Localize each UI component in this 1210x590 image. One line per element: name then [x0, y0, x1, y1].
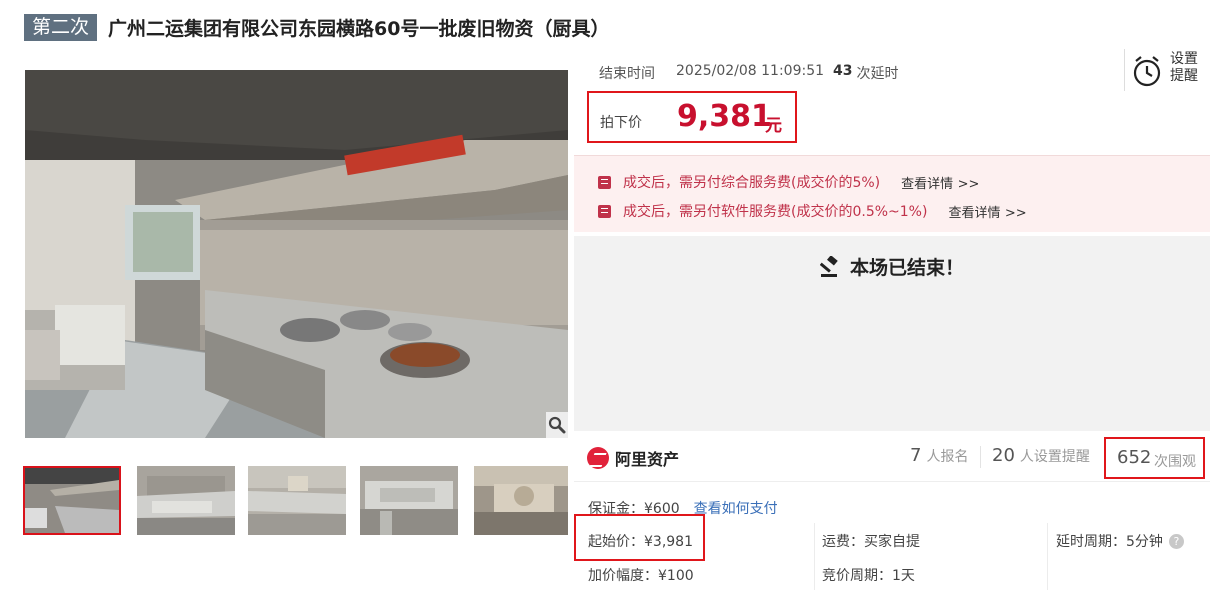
- final-price-box: 拍下价 9,381 元: [587, 91, 797, 143]
- divider: [980, 446, 981, 468]
- increment-info: 加价幅度：¥100: [588, 568, 694, 584]
- end-time-value: 2025/02/08 11:09:51: [676, 63, 825, 79]
- end-time-label: 结束时间: [599, 66, 655, 82]
- page-title: 广州二运集团有限公司东园横路60号一批废旧物资（厨具）: [108, 17, 610, 40]
- fee-details-link[interactable]: 查看详情 >>: [948, 202, 1026, 221]
- thumbnail-strip: [23, 466, 568, 536]
- reminder-stat: 20 人设置提醒: [992, 445, 1090, 466]
- ali-assets-logo-text: 阿里资产: [615, 450, 680, 469]
- final-price-label: 拍下价: [600, 115, 642, 131]
- fee-notice-item: 成交后，需另付软件服务费(成交价的0.5%~1%) 查看详情 >>: [598, 201, 1027, 221]
- ali-assets-logo-icon: [587, 447, 609, 469]
- magnifier-icon: [548, 416, 566, 434]
- extend-period: 延时周期：5分钟?: [1056, 531, 1184, 551]
- fee-notice-panel: 成交后，需另付综合服务费(成交价的5%) 查看详情 >> 成交后，需另付软件服务…: [574, 155, 1210, 232]
- title-row: 第二次 广州二运集团有限公司东园横路60号一批废旧物资（厨具）: [24, 13, 609, 41]
- fee-icon: [598, 204, 611, 218]
- thumbnail-4[interactable]: [360, 466, 458, 535]
- fee-details-link[interactable]: 查看详情 >>: [901, 173, 979, 192]
- auction-status-panel: 本场已结束！: [574, 236, 1210, 431]
- shipping-info: 运费：买家自提: [822, 534, 920, 550]
- bid-period-info: 竞价周期：1天: [822, 568, 915, 584]
- start-price: 起始价：¥3,981: [588, 534, 693, 550]
- set-reminder-button[interactable]: 设置 提醒: [1124, 49, 1210, 91]
- fee-icon: [598, 175, 611, 189]
- how-to-pay-link[interactable]: 查看如何支付: [694, 501, 778, 517]
- thumbnail-1[interactable]: [23, 466, 121, 535]
- extension-count: 43: [833, 63, 853, 79]
- end-time-row: 结束时间 2025/02/08 11:09:51 43 次延时: [599, 63, 899, 83]
- reminder-label: 设置 提醒: [1170, 51, 1198, 84]
- ali-assets-logo[interactable]: 阿里资产: [587, 446, 679, 470]
- fee-notice-item: 成交后，需另付综合服务费(成交价的5%) 查看详情 >>: [598, 172, 979, 192]
- gavel-icon: [820, 255, 838, 277]
- help-icon[interactable]: ?: [1168, 534, 1184, 549]
- main-product-image[interactable]: [25, 70, 568, 438]
- price-unit: 元: [765, 116, 782, 136]
- kitchen-photo: [25, 70, 568, 438]
- thumbnail-5[interactable]: [474, 466, 568, 535]
- thumbnail-2[interactable]: [137, 466, 235, 535]
- divider: [1047, 523, 1048, 590]
- final-price-value: 9,381: [677, 99, 772, 134]
- zoom-button[interactable]: [546, 412, 568, 438]
- alarm-clock-icon: [1133, 56, 1161, 87]
- thumbnail-3[interactable]: [248, 466, 346, 535]
- divider: [814, 523, 815, 590]
- views-stat: 652 次围观: [1104, 437, 1205, 479]
- auction-ended-message: 本场已结束！: [820, 253, 964, 280]
- round-badge: 第二次: [24, 13, 98, 41]
- extension-label: 次延时: [856, 66, 899, 82]
- signup-stat: 7 人报名: [910, 445, 969, 466]
